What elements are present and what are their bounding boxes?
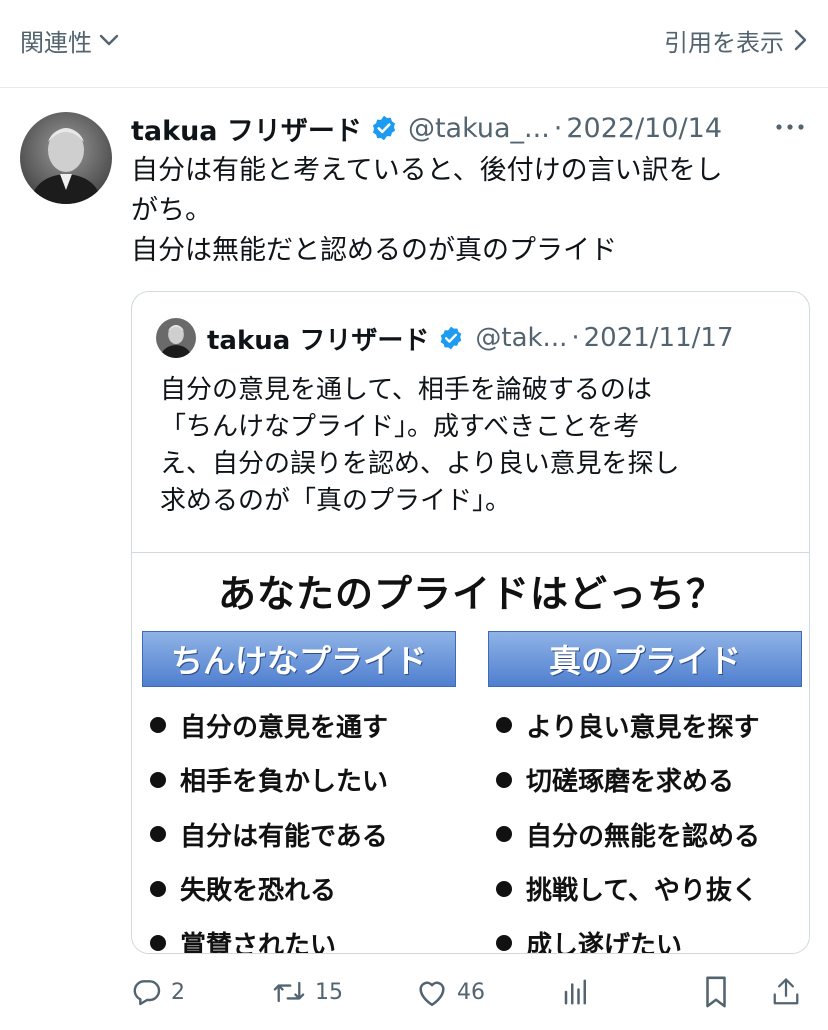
quoted-text-line: 求めるのが「真のプライド」。	[160, 486, 512, 516]
more-button[interactable]	[772, 112, 808, 142]
sort-dropdown[interactable]: 関連性	[20, 22, 120, 58]
reply-button[interactable]: 2	[131, 970, 185, 1014]
verified-badge-icon	[437, 324, 465, 352]
reply-count: 2	[171, 979, 185, 1005]
reply-icon	[131, 976, 163, 1008]
bullet-icon	[496, 826, 512, 843]
bullet-icon	[150, 935, 166, 952]
quoted-tweet-image[interactable]: あなたのプライドはどっち？ ちんけなプライド 真のプライド 自分の意見を通す 相…	[132, 552, 809, 954]
left-column-list: 自分の意見を通す 相手を負かしたい 自分は有能である 失敗を恐れる 賞賛されたい	[150, 698, 470, 954]
list-item-label: 相手を負かしたい	[180, 767, 389, 798]
action-bar: 2 15 46	[131, 970, 811, 1014]
quoted-tweet-header: takua フリザード @tak... · 2021/11/17	[156, 318, 733, 358]
bullet-icon	[150, 826, 166, 843]
list-item-label: 切磋琢磨を求める	[526, 767, 735, 798]
retweet-icon	[271, 976, 307, 1008]
verified-badge-icon[interactable]	[370, 114, 398, 142]
list-item-label: 賞賛されたい	[180, 930, 337, 954]
views-button[interactable]	[561, 970, 591, 1014]
list-item: 失敗を恐れる	[150, 862, 470, 917]
quoted-tweet-text: 自分の意見を通して、相手を論破するのは 「ちんけなプライド」。成すべきことを考 …	[160, 372, 780, 520]
list-item-label: 成し遂げたい	[526, 930, 683, 954]
bullet-icon	[496, 717, 512, 734]
top-bar: 関連性 引用を表示	[0, 0, 828, 88]
list-item-label: 挑戦して、やり抜く	[526, 876, 758, 907]
right-column-list: より良い意見を探す 切磋琢磨を求める 自分の無能を認める 挑戦して、やり抜く 成…	[496, 698, 809, 954]
list-item: 切磋琢磨を求める	[496, 753, 809, 808]
bullet-icon	[496, 935, 512, 952]
views-icon	[561, 976, 591, 1008]
quoted-tweet-date: 2021/11/17	[583, 323, 734, 353]
chevron-down-icon	[98, 29, 120, 51]
quoted-avatar	[156, 318, 196, 358]
bullet-icon	[150, 771, 166, 788]
share-button[interactable]	[771, 970, 801, 1014]
like-count: 46	[457, 979, 485, 1005]
view-quotes-label: 引用を表示	[664, 28, 784, 57]
tweet-header: takua フリザード @takua_... · 2022/10/14	[131, 108, 811, 148]
view-quotes-link[interactable]: 引用を表示	[664, 22, 808, 58]
list-item: より良い意見を探す	[496, 698, 809, 753]
left-column-heading: ちんけなプライド	[142, 631, 456, 687]
author-handle[interactable]: @takua_...	[408, 113, 550, 144]
list-item-label: より良い意見を探す	[526, 712, 760, 743]
list-item: 成し遂げたい	[496, 916, 809, 954]
like-icon	[415, 976, 449, 1008]
separator-dot: ·	[553, 112, 563, 144]
bullet-icon	[496, 880, 512, 897]
tweet-text-line: がち。	[131, 195, 212, 226]
more-icon	[775, 123, 805, 131]
list-item: 自分の意見を通す	[150, 698, 470, 753]
list-item-label: 失敗を恐れる	[180, 876, 337, 907]
share-icon	[771, 975, 801, 1009]
sort-label: 関連性	[20, 28, 92, 57]
image-title: あなたのプライドはどっち？	[217, 572, 725, 616]
tweet-text-line: 自分は無能だと認めるのが真のプライド	[131, 235, 617, 266]
quoted-text-line: 「ちんけなプライド」。成すべきことを考	[160, 412, 640, 442]
quoted-text-line: 自分の意見を通して、相手を論破するのは	[160, 375, 652, 405]
author-name[interactable]: takua フリザード	[131, 109, 362, 148]
list-item: 自分の無能を認める	[496, 807, 809, 862]
bullet-icon	[150, 880, 166, 897]
separator-dot: ·	[571, 323, 580, 353]
like-button[interactable]: 46	[415, 970, 485, 1014]
chevron-right-icon	[792, 28, 808, 52]
right-column-heading: 真のプライド	[488, 631, 802, 687]
list-item: 挑戦して、やり抜く	[496, 862, 809, 917]
list-item: 賞賛されたい	[150, 916, 470, 954]
retweet-button[interactable]: 15	[271, 970, 343, 1014]
retweet-count: 15	[315, 979, 343, 1005]
list-item: 相手を負かしたい	[150, 753, 470, 808]
avatar[interactable]	[20, 112, 112, 204]
tweet-date[interactable]: 2022/10/14	[566, 113, 722, 144]
quoted-text-line: え、自分の誤りを認め、より良い意見を探し	[160, 449, 680, 479]
tweet-text-line: 自分は有能と考えていると、後付けの言い訳をし	[131, 155, 723, 186]
list-item-label: 自分の意見を通す	[180, 712, 389, 743]
bullet-icon	[150, 717, 166, 734]
bullet-icon	[496, 771, 512, 788]
tweet-text: 自分は有能と考えていると、後付けの言い訳をし がち。 自分は無能だと認めるのが真…	[131, 151, 801, 271]
list-item: 自分は有能である	[150, 807, 470, 862]
bookmark-icon	[701, 975, 731, 1009]
list-item-label: 自分は有能である	[180, 821, 388, 852]
list-item-label: 自分の無能を認める	[526, 821, 761, 852]
quoted-author-handle: @tak...	[475, 323, 568, 353]
quoted-author-name: takua フリザード	[207, 325, 430, 356]
bookmark-button[interactable]	[701, 970, 731, 1014]
quoted-tweet-card[interactable]: takua フリザード @tak... · 2021/11/17 自分の意見を通…	[131, 291, 810, 954]
